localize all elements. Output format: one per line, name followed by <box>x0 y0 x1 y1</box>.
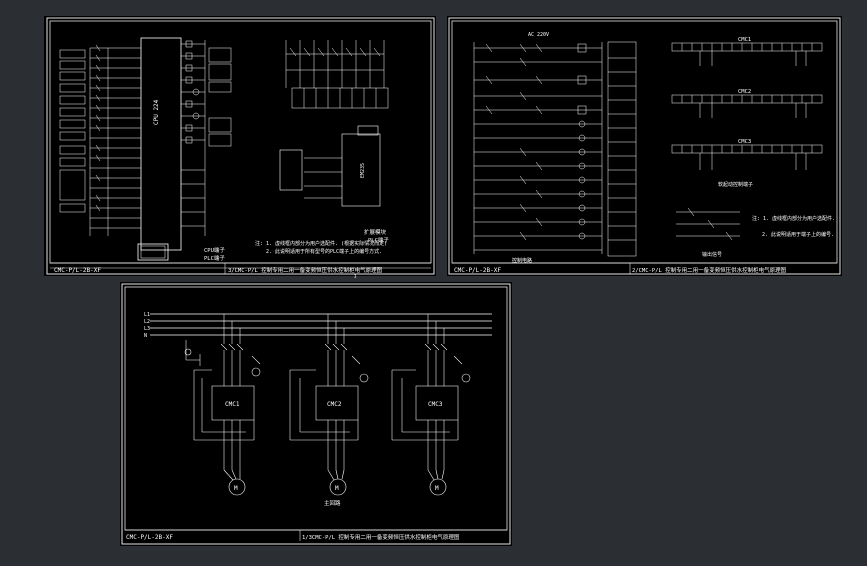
cmc1-label: CMC1 <box>738 37 751 43</box>
cmc3-label: CMC3 <box>738 139 751 145</box>
sheet-2-title-code: CMC-P/L-2B-XF <box>454 267 501 274</box>
ctrl-caption: 控制电路 <box>512 257 532 264</box>
soft-caption: 软起动控制端子 <box>718 181 753 188</box>
sheet-3-title-desc: 1/3CMC-P/L 控制专用二用一备变频恒压供水控制柜电气原理图 <box>302 533 460 541</box>
bus-l3: L3 <box>144 326 150 332</box>
sig-caption: 输出信号 <box>702 251 722 258</box>
motor-1-label: M <box>234 485 238 492</box>
bus-n: N <box>144 333 147 339</box>
sheet-2-title-desc: 2/CMC-P/L 控制专用二用一备变频恒压供水控制柜电气原理图 <box>632 266 787 274</box>
sheet-1-title-desc: 3/CMC-P/L 控制专用二用一备变频恒压供水控制柜电气原理图 <box>228 266 383 274</box>
softstarter-2: CMC2 <box>327 401 342 408</box>
sheet-1-note-2: 2. 此说明适用于所有型号的PLC端子上的编号方式. <box>266 248 382 255</box>
cpu-label: CPU 224 <box>153 99 160 125</box>
caption-cpu: CPU端子 <box>204 246 225 254</box>
caption-plc: PLC端子 <box>204 254 225 262</box>
cmc2-label: CMC2 <box>738 89 751 95</box>
softstarter-3: CMC3 <box>428 401 443 408</box>
motor-2-label: M <box>335 485 339 492</box>
ac-label: AC 220V <box>528 32 549 38</box>
main-caption: 主回路 <box>324 499 341 507</box>
drawing-canvas: CMC-P/L-2B-XF 3/CMC-P/L 控制专用二用一备变频恒压供水控制… <box>44 16 842 546</box>
sheet-1-note-1: 注: 1. 虚线框内部分为用户选配件. (根据实际情况而定) <box>255 240 387 247</box>
module-label: EM235 <box>360 163 366 178</box>
sheet-3: CMC-P/L-2B-XF 1/3CMC-P/L 控制专用二用一备变频恒压供水控… <box>120 282 512 546</box>
sheet-2-note-1: 注: 1. 虚线框内部分为用户选配件. <box>752 215 835 222</box>
sheet-1: CMC-P/L-2B-XF 3/CMC-P/L 控制专用二用一备变频恒压供水控制… <box>44 16 436 279</box>
sheet-2-note-2: 2. 此说明适用于端子上的编号. <box>762 231 834 238</box>
sheet-2: CMC-P/L-2B-XF 2/CMC-P/L 控制专用二用一备变频恒压供水控制… <box>447 16 842 276</box>
caption-ext: 扩展模块 <box>364 228 387 236</box>
sheet-1-title-code: CMC-P/L-2B-XF <box>54 267 101 274</box>
sheet-1-background <box>44 16 436 276</box>
bus-l1: L1 <box>144 312 150 318</box>
softstarter-1: CMC1 <box>225 401 240 408</box>
sheet-3-title-code: CMC-P/L-2B-XF <box>126 534 173 541</box>
cad-viewport[interactable]: CMC-P/L-2B-XF 3/CMC-P/L 控制专用二用一备变频恒压供水控制… <box>0 0 867 562</box>
motor-3-label: M <box>435 485 439 492</box>
bus-l2: L2 <box>144 319 150 325</box>
